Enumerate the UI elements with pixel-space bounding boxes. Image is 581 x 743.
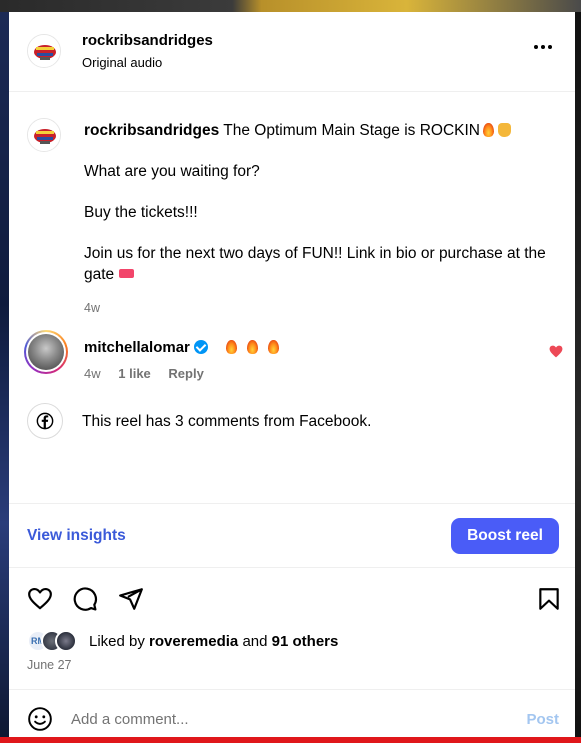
reply-button[interactable]: Reply — [168, 366, 203, 381]
background-left — [0, 12, 9, 743]
caption-line-1-text: The Optimum Main Stage is ROCKIN — [223, 122, 480, 139]
likes-summary: RM Liked by roveremedia and 91 others — [27, 629, 567, 655]
verified-badge-icon — [193, 340, 208, 354]
caption-line-2: What are you waiting for? — [84, 163, 260, 180]
commenter-avatar[interactable] — [24, 330, 68, 374]
brand-avatar[interactable] — [27, 34, 61, 68]
bookmark-icon[interactable] — [536, 586, 562, 612]
rock-hand-emoji-icon — [497, 123, 511, 137]
caption-line-4: Join us for the next two days of FUN!! L… — [84, 243, 564, 285]
facebook-icon-circle — [27, 403, 63, 439]
add-comment-bar: Post — [9, 689, 575, 737]
comment-item: mitchellalomar 4w 1 like Reply — [9, 330, 575, 390]
caption-line-3: Buy the tickets!!! — [84, 204, 198, 221]
view-insights-link[interactable]: View insights — [27, 527, 126, 545]
avatar-ring-inner — [26, 332, 66, 372]
caption-avatar[interactable] — [27, 118, 61, 152]
action-bar — [9, 582, 575, 616]
heart-outline-icon[interactable] — [27, 586, 53, 612]
liked-by-others[interactable]: 91 others — [272, 633, 339, 650]
caption-line-1: rockribsandridges The Optimum Main Stage… — [84, 120, 564, 141]
smiley-icon[interactable] — [27, 706, 53, 732]
brand-logo-icon — [28, 35, 60, 67]
fire-emoji-icon — [267, 340, 279, 354]
caption-username[interactable]: rockribsandridges — [84, 122, 219, 139]
reel-comments-panel: rockribsandridges Original audio rockrib… — [9, 12, 575, 737]
background-right — [575, 12, 581, 743]
background-top — [0, 0, 581, 12]
liked-by-user[interactable]: roveremedia — [149, 633, 238, 650]
post-date: June 27 — [27, 658, 72, 672]
liked-by-text: Liked by roveremedia and 91 others — [89, 633, 338, 650]
caption-text: rockribsandridges The Optimum Main Stage… — [84, 120, 564, 305]
boost-reel-button[interactable]: Boost reel — [451, 518, 559, 554]
fire-emoji-icon — [482, 123, 494, 137]
brand-logo-icon — [28, 119, 60, 151]
facebook-comments-row: This reel has 3 comments from Facebook. — [9, 403, 575, 443]
liked-by-prefix: Liked by — [89, 633, 145, 650]
audio-label[interactable]: Original audio — [82, 55, 162, 70]
caption-timestamp: 4w — [84, 301, 100, 315]
header-username[interactable]: rockribsandridges — [82, 32, 213, 49]
fire-emoji-icon — [225, 340, 237, 354]
caption-line-4-text: Join us for the next two days of FUN!! L… — [84, 245, 546, 283]
liked-by-and: and — [242, 633, 268, 650]
comment-meta: 4w 1 like Reply — [84, 366, 218, 381]
commenter-username[interactable]: mitchellalomar — [84, 339, 190, 356]
facebook-icon — [36, 412, 54, 430]
fire-emoji-icon — [246, 340, 258, 354]
background-bottom — [0, 737, 581, 743]
post-button[interactable]: Post — [526, 711, 559, 728]
comment-time: 4w — [84, 366, 101, 381]
liker-avatar — [55, 630, 77, 652]
more-horizontal-icon[interactable] — [533, 40, 553, 54]
ticket-emoji-icon — [119, 269, 135, 278]
heart-filled-icon[interactable] — [549, 345, 563, 358]
comment-input[interactable] — [71, 706, 511, 732]
facebook-comments-text[interactable]: This reel has 3 comments from Facebook. — [82, 413, 371, 431]
comment-icon[interactable] — [72, 586, 98, 612]
insights-bar: View insights Boost reel — [9, 503, 575, 568]
comment-emojis — [216, 339, 279, 356]
comment-like-count[interactable]: 1 like — [118, 366, 151, 381]
comment-header: mitchellalomar — [84, 339, 279, 356]
send-icon[interactable] — [118, 586, 144, 612]
avatar — [28, 334, 64, 370]
post-header: rockribsandridges Original audio — [9, 12, 575, 92]
